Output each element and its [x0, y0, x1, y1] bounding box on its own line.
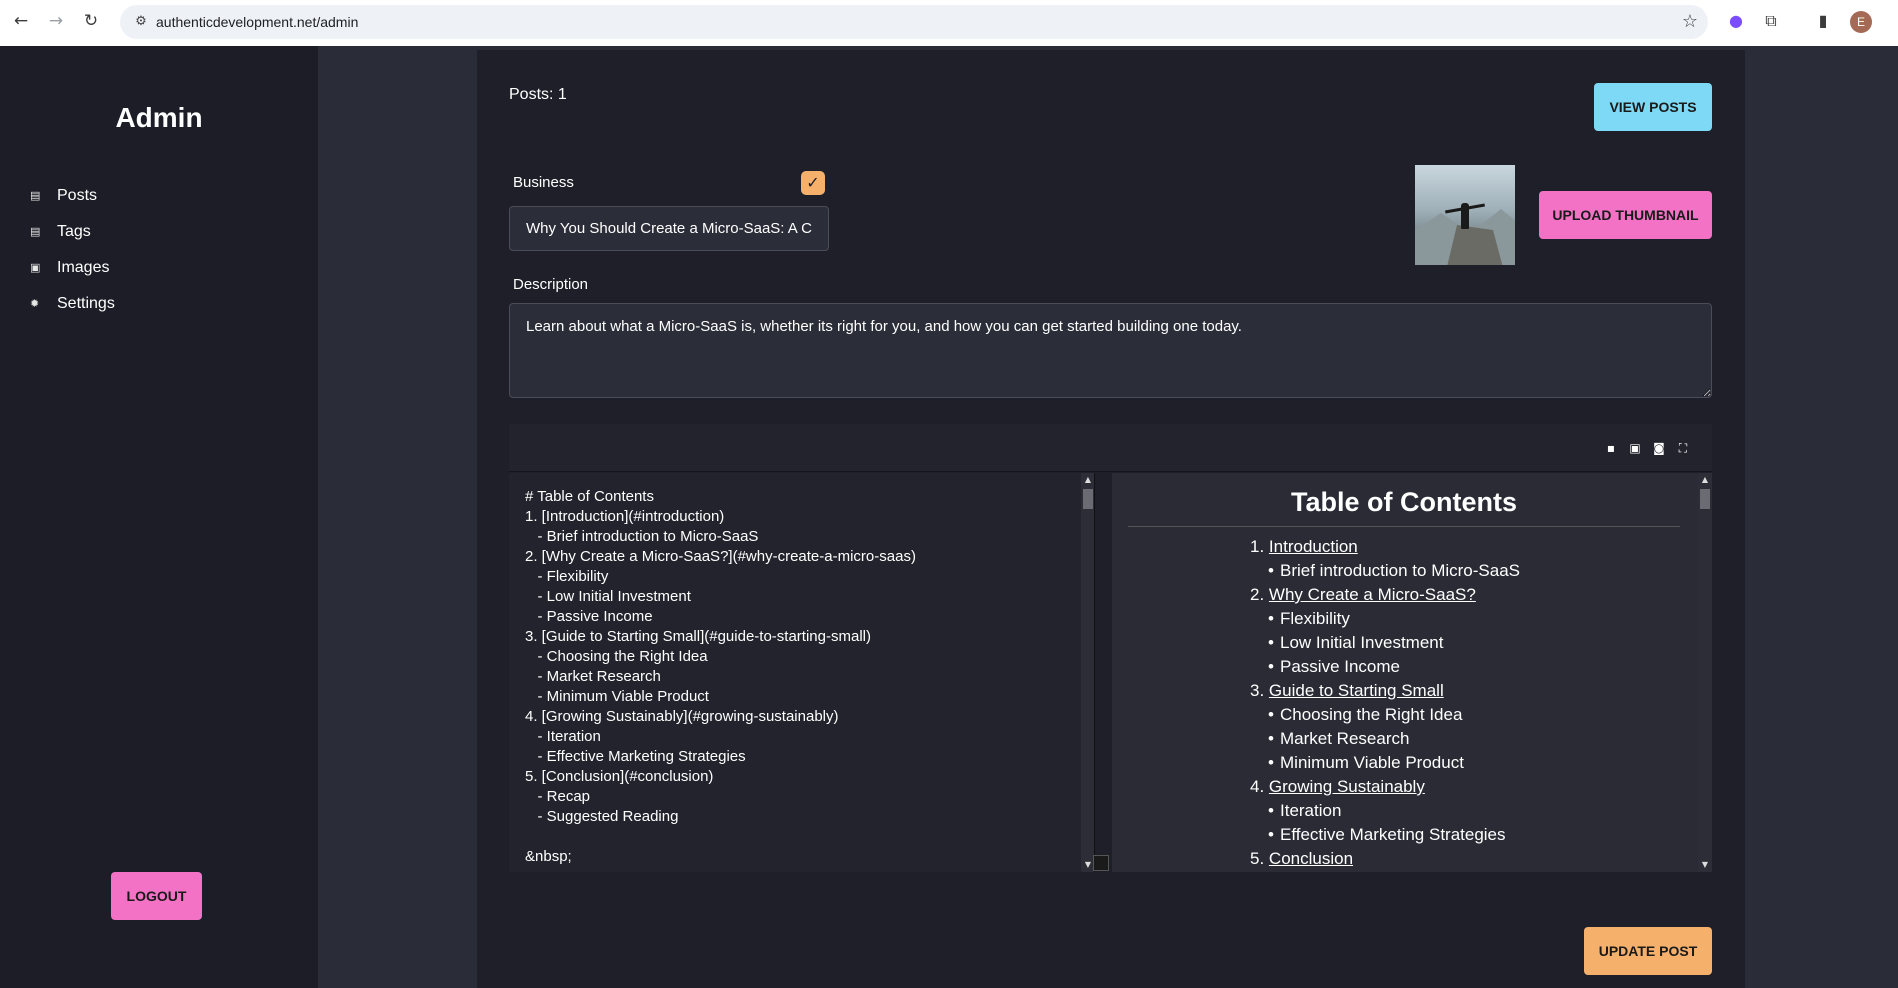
sidebar-brand: Admin — [115, 102, 203, 133]
toc-item: 5. Conclusion — [1250, 847, 1520, 871]
sidebar-item-label: Tags — [57, 223, 91, 240]
source-line: - Iteration — [525, 728, 601, 745]
toc-link[interactable]: Guide to Starting Small — [1269, 681, 1444, 700]
source-line: - Market Research — [525, 668, 661, 685]
source-line: - Suggested Reading — [525, 808, 679, 825]
sidebar-item-label: Posts — [57, 187, 98, 204]
sidebar-item-label: Settings — [57, 295, 115, 312]
toc-item: 3. Guide to Starting Small — [1250, 679, 1520, 703]
scroll-up-icon[interactable]: ▲ — [1698, 473, 1712, 487]
sidebar-item-tags[interactable]: ▤ Tags — [30, 220, 91, 244]
document-icon: ▤ — [30, 189, 41, 202]
source-scroll-thumb[interactable] — [1083, 489, 1093, 509]
source-line: - Low Initial Investment — [525, 588, 691, 605]
source-line: - Passive Income — [525, 608, 653, 625]
reload-icon[interactable]: ↻ — [80, 10, 102, 32]
source-line: # Table of Contents — [525, 488, 654, 505]
posts-count: Posts: 1 — [509, 86, 567, 103]
source-line: - Brief introduction to Micro-SaaS — [525, 528, 759, 545]
description-label: Description — [513, 276, 589, 293]
thumbnail-image — [1415, 165, 1515, 265]
toc-link[interactable]: Why Create a Micro-SaaS? — [1269, 585, 1476, 604]
source-line: 5. [Conclusion](#conclusion) — [525, 768, 714, 785]
toc-number: 1. — [1250, 537, 1265, 556]
toc-link[interactable]: Introduction — [1269, 537, 1358, 556]
update-post-button[interactable]: UPDATE POST — [1584, 927, 1712, 975]
category-checkbox[interactable]: ✓ — [801, 171, 825, 195]
source-line: - Recap — [525, 788, 591, 805]
markdown-preview: Table of Contents 1. IntroductionBrief i… — [1112, 473, 1712, 872]
toc-subitem: Effective Marketing Strategies — [1250, 823, 1520, 847]
puzzle-extensions-icon[interactable]: ⧉ — [1760, 10, 1782, 32]
toc-link[interactable]: Growing Sustainably — [1269, 777, 1425, 796]
toc-subitem: Flexibility — [1250, 607, 1520, 631]
category-label: Business — [513, 174, 574, 191]
toc-link[interactable]: Conclusion — [1269, 849, 1353, 868]
source-line: &nbsp; — [525, 848, 572, 865]
side-panel-icon[interactable]: ▮ — [1812, 10, 1834, 32]
toc-number: 2. — [1250, 585, 1265, 604]
view-posts-button[interactable]: VIEW POSTS — [1594, 83, 1712, 131]
toc-item: 4. Growing Sustainably — [1250, 775, 1520, 799]
gear-icon: ✹ — [30, 297, 40, 310]
upload-thumbnail-button[interactable]: UPLOAD THUMBNAIL — [1539, 191, 1712, 239]
save-icon[interactable]: ▪ — [1603, 440, 1619, 456]
toc-number: 4. — [1250, 777, 1265, 796]
toc-subitem: Market Research — [1250, 727, 1520, 751]
image-icon: ▣ — [30, 261, 41, 274]
source-line: 1. [Introduction](#introduction) — [525, 508, 725, 525]
toc-subitem: Low Initial Investment — [1250, 631, 1520, 655]
source-line: - Effective Marketing Strategies — [525, 748, 746, 765]
source-scrollbar[interactable]: ▲ ▼ — [1081, 473, 1094, 872]
toc-subitem: Iteration — [1250, 799, 1520, 823]
extension-icon[interactable]: ● — [1725, 10, 1747, 32]
preview-toc-list: 1. IntroductionBrief introduction to Mic… — [1250, 535, 1520, 871]
toc-subitem: Choosing the Right Idea — [1250, 703, 1520, 727]
source-line: - Minimum Viable Product — [525, 688, 709, 705]
preview-heading: Table of Contents — [1128, 487, 1680, 527]
toc-item: 2. Why Create a Micro-SaaS? — [1250, 583, 1520, 607]
post-title-input[interactable] — [509, 206, 829, 251]
preview-scroll-thumb[interactable] — [1700, 489, 1710, 509]
preview-scrollbar[interactable]: ▲ ▼ — [1698, 473, 1712, 872]
source-line: - Choosing the Right Idea — [525, 648, 708, 665]
preview-icon[interactable]: ◙ — [1651, 440, 1667, 456]
toc-subitem: Brief introduction to Micro-SaaS — [1250, 559, 1520, 583]
fullscreen-icon[interactable]: ⛶ — [1675, 440, 1691, 456]
document-icon: ▤ — [30, 225, 41, 238]
bookmark-star-icon[interactable]: ☆ — [1682, 11, 1698, 32]
markdown-source-editor[interactable]: # Table of Contents 1. [Introduction](#in… — [509, 473, 1095, 872]
description-textarea[interactable]: Learn about what a Micro-SaaS is, whethe… — [509, 303, 1712, 398]
scroll-up-icon[interactable]: ▲ — [1081, 473, 1094, 487]
resize-handle[interactable] — [1093, 855, 1109, 871]
scroll-down-icon[interactable]: ▼ — [1698, 858, 1712, 872]
source-line — [525, 827, 916, 847]
browser-toolbar: ← → ↻ ⚙ authenticdevelopment.net/admin ☆… — [0, 0, 1898, 46]
toc-number: 5. — [1250, 849, 1265, 868]
sidebar-item-images[interactable]: ▣ Images — [30, 256, 109, 280]
source-line: 3. [Guide to Starting Small](#guide-to-s… — [525, 628, 871, 645]
toc-subitem: Minimum Viable Product — [1250, 751, 1520, 775]
sidebar-item-settings[interactable]: ✹ Settings — [30, 292, 115, 316]
sidebar: Admin ▤ Posts ▤ Tags ▣ Images ✹ Settings — [0, 46, 318, 988]
toc-subitem: Passive Income — [1250, 655, 1520, 679]
markdown-source-text[interactable]: # Table of Contents 1. [Introduction](#in… — [525, 487, 916, 867]
profile-avatar[interactable]: E — [1850, 11, 1872, 33]
editor-toolbar: ▪ ▣ ◙ ⛶ — [509, 424, 1712, 472]
address-bar[interactable]: ⚙ authenticdevelopment.net/admin ☆ — [120, 5, 1708, 39]
sidebar-item-posts[interactable]: ▤ Posts — [30, 184, 97, 208]
source-line: - Flexibility — [525, 568, 609, 585]
site-settings-icon[interactable]: ⚙ — [132, 13, 150, 31]
toc-number: 3. — [1250, 681, 1265, 700]
url-text[interactable]: authenticdevelopment.net/admin — [156, 14, 358, 30]
back-arrow-icon[interactable]: ← — [10, 10, 32, 32]
logout-button[interactable]: LOGOUT — [111, 872, 202, 920]
source-line: 2. [Why Create a Micro-SaaS?](#why-creat… — [525, 548, 916, 565]
forward-arrow-icon[interactable]: → — [45, 10, 67, 32]
toc-item: 1. Introduction — [1250, 535, 1520, 559]
source-line: 4. [Growing Sustainably](#growing-sustai… — [525, 708, 839, 725]
image-icon[interactable]: ▣ — [1627, 440, 1643, 456]
sidebar-item-label: Images — [57, 259, 110, 276]
